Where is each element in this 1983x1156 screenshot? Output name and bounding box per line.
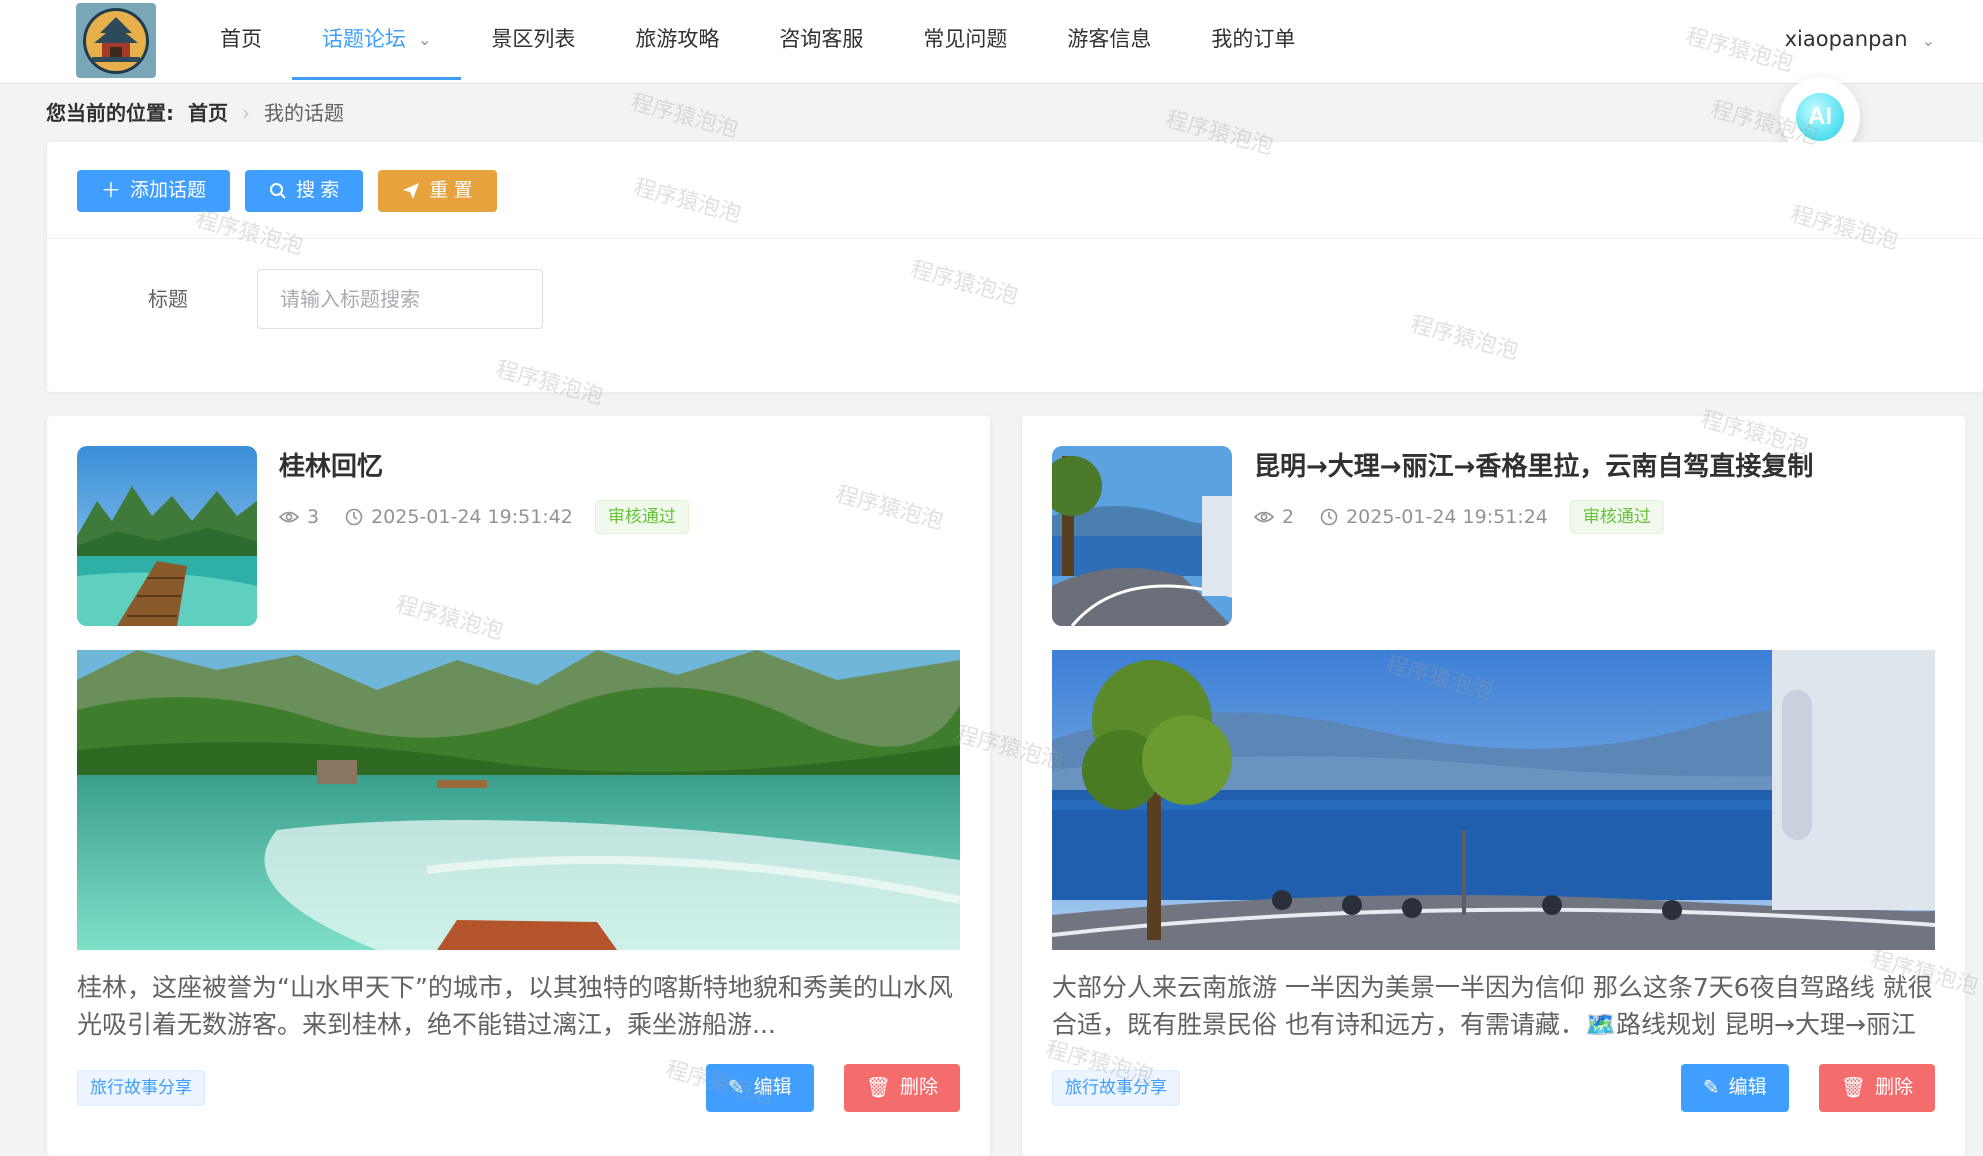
topic-category-tag: 旅行故事分享 (1052, 1070, 1180, 1106)
panel-divider (47, 238, 1983, 239)
toolbar: ＋ 添加话题 搜 索 重 置 (77, 170, 497, 212)
plus-icon: ＋ (101, 180, 121, 202)
top-navbar: 首页 话题论坛 ⌄ 景区列表 旅游攻略 咨询客服 常见问题 游客信息 我的订单 x… (0, 0, 1983, 84)
edit-label: 编辑 (1728, 1077, 1767, 1098)
edit-label: 编辑 (753, 1077, 792, 1098)
reset-label: 重 置 (429, 180, 473, 201)
delete-label: 删除 (899, 1077, 938, 1098)
nav-scenic-list[interactable]: 景区列表 (461, 0, 605, 80)
topic-thumbnail[interactable] (1052, 446, 1232, 626)
topic-thumbnail[interactable] (77, 446, 257, 626)
search-icon (269, 182, 287, 200)
eye-icon (279, 510, 299, 524)
title-field-label: 标题 (148, 287, 188, 311)
clock-icon (345, 508, 363, 526)
topic-card[interactable]: 昆明→大理→丽江→香格里拉，云南自驾直接复制 2 2025-01-24 19:5… (1022, 416, 1965, 1156)
nav-faq[interactable]: 常见问题 (893, 0, 1037, 80)
nav-scenic-list-label: 景区列表 (491, 27, 576, 51)
send-icon (402, 182, 420, 200)
post-time: 2025-01-24 19:51:42 (371, 506, 573, 528)
topic-card[interactable]: 桂林回忆 3 2025-01-24 19:51:42 审核通过 桂林，这座被誉为… (47, 416, 990, 1156)
nav-visitor-info-label: 游客信息 (1067, 27, 1152, 51)
card-actions: ✎ 编辑 🗑 删除 (1680, 1064, 1935, 1112)
topic-excerpt: 大部分人来云南旅游 一半因为美景一半因为信仰 那么这条7天6夜自驾路线 就很合适… (1052, 973, 1933, 1039)
watermark: 程序猿泡泡 (627, 90, 741, 143)
delete-button[interactable]: 🗑 删除 (843, 1064, 960, 1112)
topic-category-tag: 旅行故事分享 (77, 1070, 205, 1106)
main-nav: 首页 话题论坛 ⌄ 景区列表 旅游攻略 咨询客服 常见问题 游客信息 我的订单 (190, 0, 1325, 83)
nav-home[interactable]: 首页 (190, 0, 292, 80)
breadcrumb-home-link[interactable]: 首页 (188, 101, 228, 125)
add-topic-button[interactable]: ＋ 添加话题 (77, 170, 231, 212)
edit-icon: ✎ (1702, 1077, 1720, 1099)
eye-icon (1254, 510, 1274, 524)
clock-icon (1320, 508, 1338, 526)
edit-icon: ✎ (727, 1077, 745, 1099)
trash-icon: 🗑 (1840, 1077, 1866, 1099)
ai-label: AI (1808, 103, 1832, 130)
nav-faq-label: 常见问题 (923, 27, 1008, 51)
topic-title[interactable]: 桂林回忆 (279, 446, 383, 483)
chevron-down-icon: ⌄ (1921, 31, 1935, 50)
site-logo[interactable] (76, 3, 156, 78)
nav-customer-service-label: 咨询客服 (779, 27, 864, 51)
view-count: 3 (307, 506, 320, 528)
edit-button[interactable]: ✎ 编辑 (705, 1064, 814, 1112)
status-badge: 审核通过 (1569, 500, 1664, 534)
nav-visitor-info[interactable]: 游客信息 (1037, 0, 1181, 80)
search-button[interactable]: 搜 索 (245, 170, 364, 212)
topic-cover-image[interactable] (1052, 650, 1935, 950)
nav-forum[interactable]: 话题论坛 ⌄ (292, 0, 462, 80)
nav-my-orders[interactable]: 我的订单 (1181, 0, 1325, 80)
breadcrumb-prefix: 您当前的位置: (46, 101, 174, 125)
topic-meta: 2 2025-01-24 19:51:24 审核通过 (1254, 500, 1664, 534)
reset-button[interactable]: 重 置 (378, 170, 497, 212)
nav-travel-guide[interactable]: 旅游攻略 (605, 0, 749, 80)
nav-customer-service[interactable]: 咨询客服 (749, 0, 893, 80)
edit-button[interactable]: ✎ 编辑 (1680, 1064, 1789, 1112)
topic-meta: 3 2025-01-24 19:51:42 审核通过 (279, 500, 689, 534)
title-search-input[interactable] (257, 269, 543, 329)
status-badge: 审核通过 (594, 500, 689, 534)
view-count: 2 (1282, 506, 1295, 528)
chevron-down-icon: ⌄ (418, 30, 432, 49)
username: xiaopanpan (1784, 27, 1908, 51)
add-topic-label: 添加话题 (130, 180, 207, 201)
trash-icon: 🗑 (865, 1077, 891, 1099)
delete-button[interactable]: 🗑 删除 (1818, 1064, 1935, 1112)
user-menu[interactable]: xiaopanpan ⌄ (1785, 0, 1935, 80)
delete-label: 删除 (1874, 1077, 1913, 1098)
card-actions: ✎ 编辑 🗑 删除 (705, 1064, 960, 1112)
nav-forum-label: 话题论坛 (322, 27, 406, 51)
nav-home-label: 首页 (220, 27, 262, 51)
search-panel: ＋ 添加话题 搜 索 重 置 (47, 142, 1983, 392)
topic-title[interactable]: 昆明→大理→丽江→香格里拉，云南自驾直接复制 (1254, 446, 1813, 483)
breadcrumb-separator-icon: › (242, 101, 250, 125)
topic-excerpt: 桂林，这座被誉为“山水甲天下”的城市，以其独特的喀斯特地貌和秀美的山水风光吸引着… (77, 973, 953, 1039)
topic-cover-image[interactable] (77, 650, 960, 950)
ai-icon: AI (1796, 93, 1844, 141)
breadcrumb: 您当前的位置: 首页 › 我的话题 (46, 96, 344, 130)
breadcrumb-current: 我的话题 (264, 101, 344, 125)
post-time: 2025-01-24 19:51:24 (1346, 506, 1548, 528)
nav-my-orders-label: 我的订单 (1211, 27, 1296, 51)
nav-travel-guide-label: 旅游攻略 (635, 27, 720, 51)
search-label: 搜 索 (296, 180, 340, 201)
